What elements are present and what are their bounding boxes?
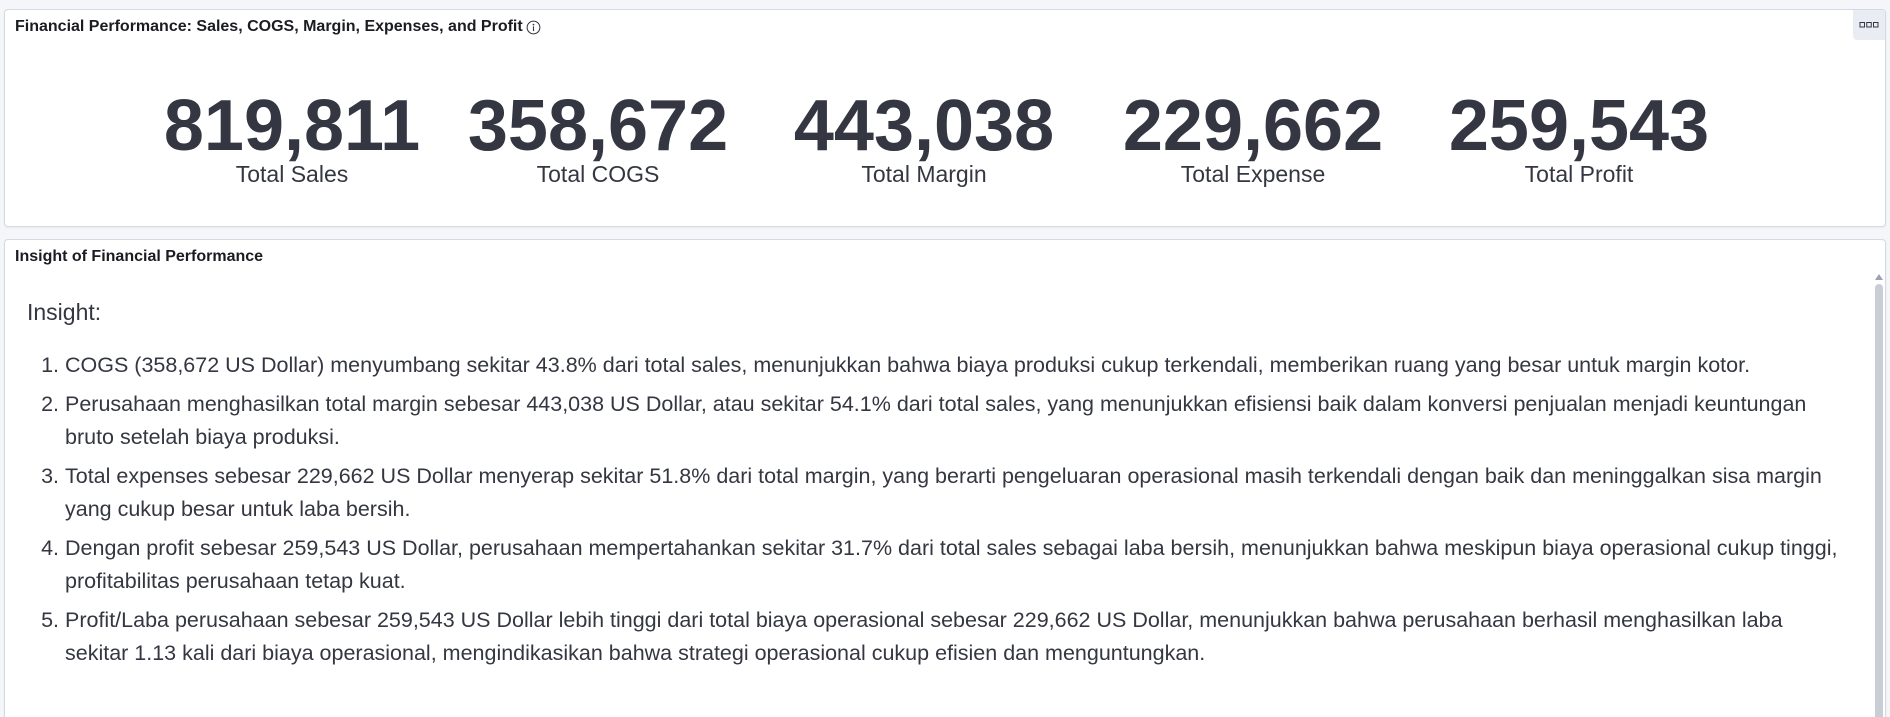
panel-options-button[interactable] bbox=[1853, 10, 1885, 40]
scrollbar-thumb[interactable] bbox=[1875, 284, 1883, 717]
metrics-panel-title: Financial Performance: Sales, COGS, Marg… bbox=[15, 18, 523, 35]
metric-total-expense: 229,662 Total Expense bbox=[1123, 88, 1383, 188]
scroll-up-arrow-icon[interactable] bbox=[1875, 274, 1883, 280]
insight-heading: Insight: bbox=[27, 299, 102, 325]
insight-list: COGS (358,672 US Dollar) menyumbang seki… bbox=[27, 349, 1845, 670]
metric-total-cogs: 358,672 Total COGS bbox=[468, 88, 728, 188]
insight-item: Dengan profit sebesar 259,543 US Dollar,… bbox=[65, 532, 1845, 598]
insight-item: Perusahaan menghasilkan total margin seb… bbox=[65, 388, 1845, 454]
info-circle-icon[interactable] bbox=[526, 20, 541, 35]
metrics-row: 819,811 Total Sales 358,672 Total COGS 4… bbox=[5, 88, 1885, 198]
insight-panel-title: Insight of Financial Performance bbox=[15, 248, 264, 265]
insight-item: Profit/Laba perusahaan sebesar 259,543 U… bbox=[65, 604, 1845, 670]
metric-value: 259,543 bbox=[1448, 86, 1710, 166]
ellipsis-icon bbox=[1859, 16, 1879, 34]
metrics-panel: Financial Performance: Sales, COGS, Marg… bbox=[4, 9, 1886, 227]
metric-value: 358,672 bbox=[467, 86, 729, 166]
insight-item: Total expenses sebesar 229,662 US Dollar… bbox=[65, 460, 1845, 526]
insight-panel: Insight of Financial Performance Insight… bbox=[4, 239, 1886, 717]
metric-value: 819,811 bbox=[163, 86, 421, 166]
insight-content: Insight: COGS (358,672 US Dollar) menyum… bbox=[27, 296, 1845, 676]
insight-scrollbar[interactable] bbox=[1875, 274, 1883, 717]
insight-item: COGS (358,672 US Dollar) menyumbang seki… bbox=[65, 349, 1845, 382]
metric-total-margin: 443,038 Total Margin bbox=[794, 88, 1054, 188]
metric-value: 443,038 bbox=[793, 86, 1055, 166]
metric-total-profit: 259,543 Total Profit bbox=[1449, 88, 1709, 188]
metric-total-sales: 819,811 Total Sales bbox=[164, 88, 420, 188]
metric-value: 229,662 bbox=[1122, 86, 1384, 166]
metrics-panel-title-row: Financial Performance: Sales, COGS, Marg… bbox=[15, 16, 541, 38]
